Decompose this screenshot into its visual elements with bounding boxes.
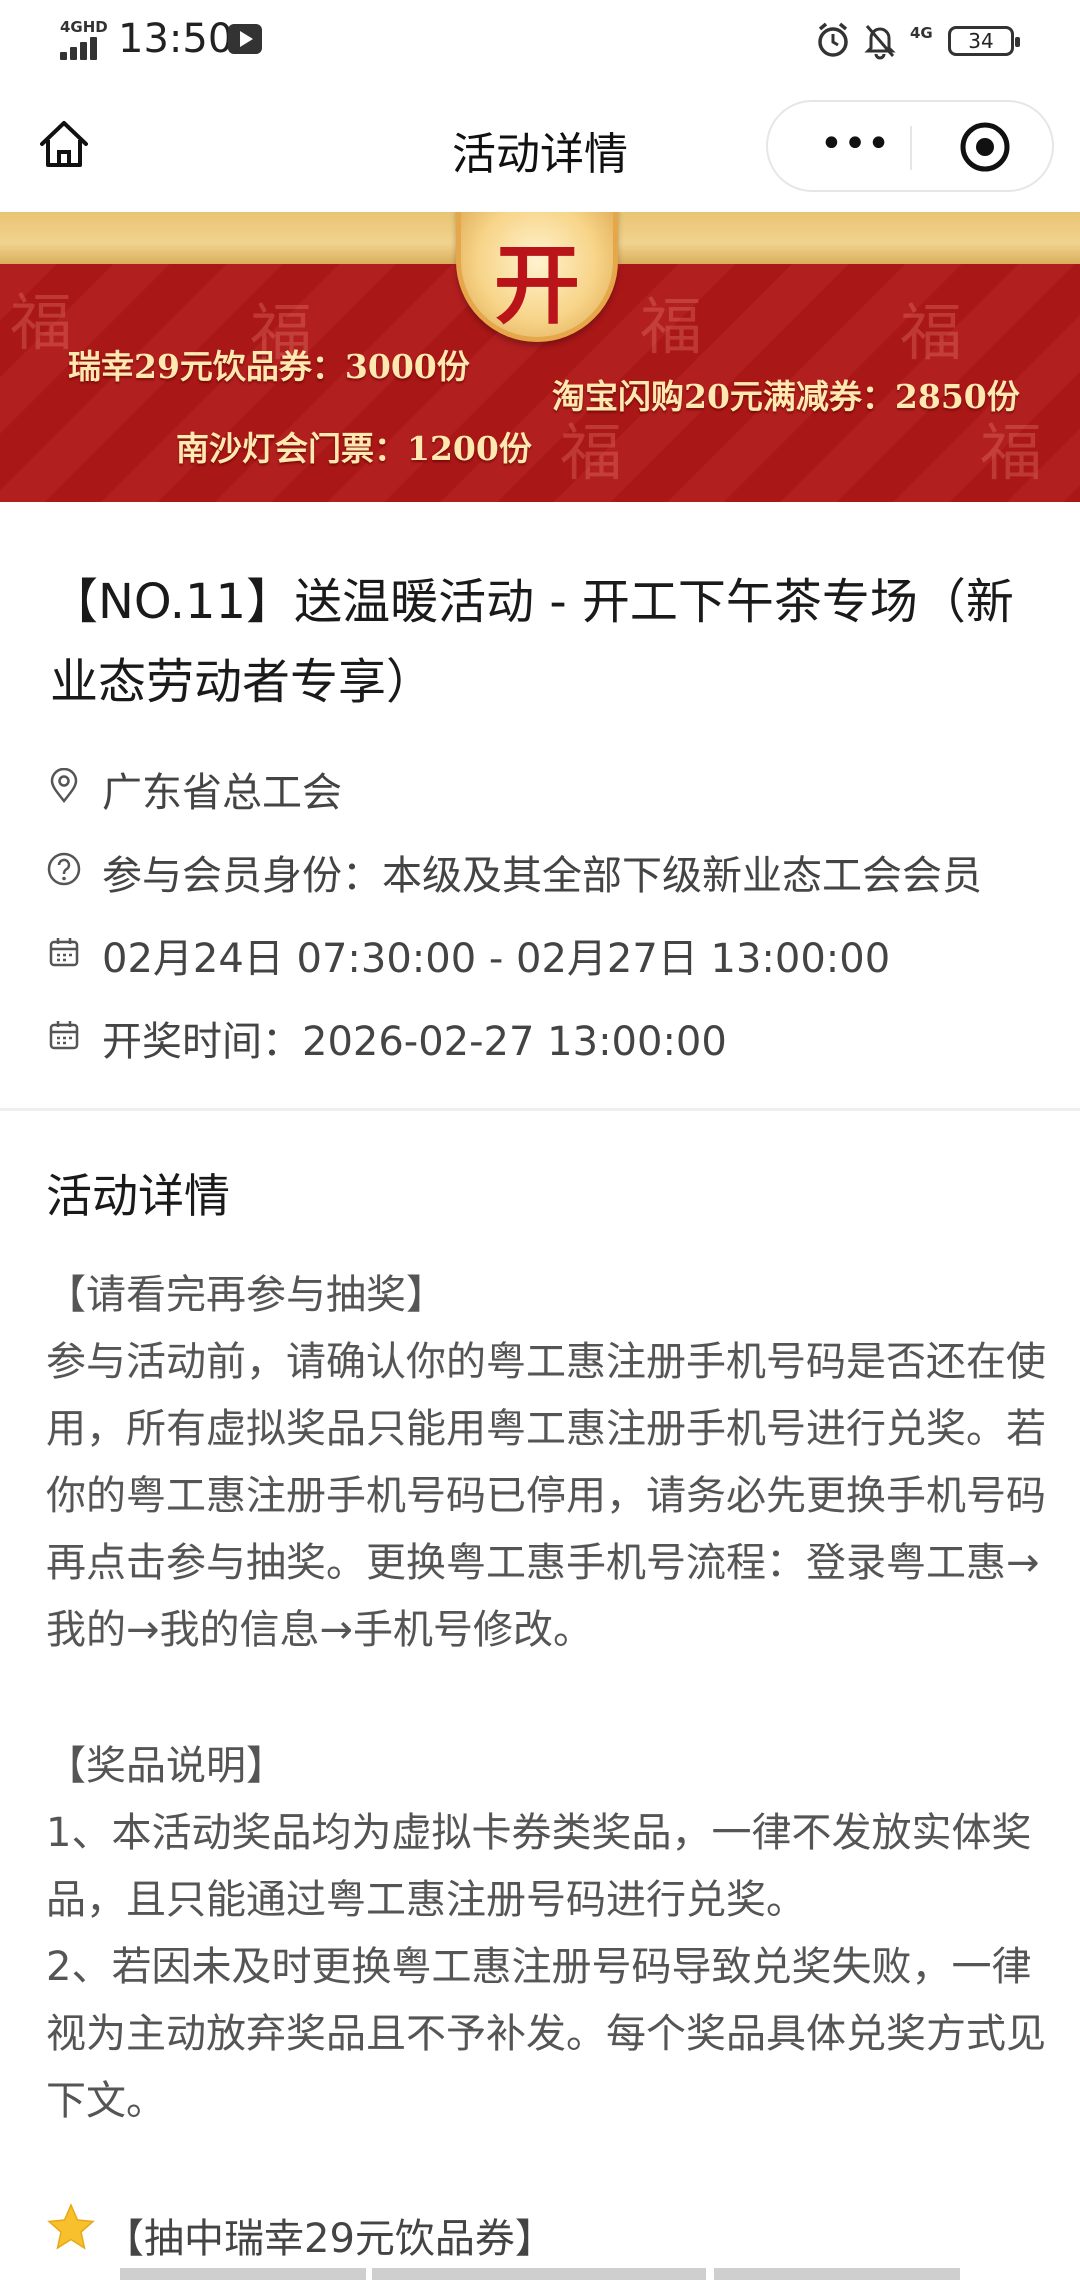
calendar-icon — [49, 1021, 79, 1050]
prize-item-2: 2、若因未及时更换粤工惠注册号码导致兑奖失败，一律视为主动放弃奖品且不予补发。每… — [46, 1944, 1046, 2124]
star-icon — [47, 2203, 95, 2250]
prize-description-block: 【奖品说明】 1、本活动奖品均为虚拟卡券类奖品，一律不发放实体奖品，且只能通过粤… — [46, 1733, 1046, 2135]
close-miniprogram-icon[interactable] — [958, 120, 1012, 174]
notice-body: 参与活动前，请确认你的粤工惠注册手机号码是否还在使用，所有虚拟奖品只能用粤工惠注… — [46, 1339, 1046, 1653]
section-divider — [0, 1108, 1080, 1111]
luckin-prize-heading: 【抽中瑞幸29元饮品券】 — [104, 2216, 555, 2262]
banner-decoration: 福 — [900, 296, 963, 369]
notice-heading: 【请看完再参与抽奖】 — [46, 1272, 446, 1318]
banner-prize-luckin: 瑞幸29元饮品券：3000份 — [68, 347, 470, 386]
capsule-divider — [910, 126, 912, 170]
time-range-text: 02月24日 07:30:00 - 02月27日 13:00:00 — [102, 936, 891, 982]
activity-title: 【NO.11】送温暖活动 - 开工下午茶专场（新业态劳动者专享） — [50, 574, 1014, 710]
draw-time-row: 开奖时间：2026-02-27 13:00:00 — [46, 1005, 1066, 1065]
organizer-text: 广东省总工会 — [102, 770, 342, 816]
time-range-row: 02月24日 07:30:00 - 02月27日 13:00:00 — [46, 922, 1066, 982]
image-preview-strip — [372, 2268, 706, 2280]
banner-decoration: 福 — [640, 290, 703, 363]
image-preview-strip — [714, 2268, 960, 2280]
prize-item-1: 1、本活动奖品均为虚拟卡券类奖品，一律不发放实体奖品，且只能通过粤工惠注册号码进… — [46, 1810, 1032, 1923]
notice-block: 【请看完再参与抽奖】 参与活动前，请确认你的粤工惠注册手机号码是否还在使用，所有… — [46, 1262, 1046, 1664]
status-bar: 4GHD 13:50 4G 34 — [0, 0, 1080, 84]
member-identity-row: 参与会员身份：本级及其全部下级新业态工会会员 — [46, 839, 1066, 899]
miniprogram-capsule: ••• — [766, 100, 1054, 192]
banner-badge: 开 — [456, 212, 618, 342]
banner-prize-taobao: 淘宝闪购20元满减券：2850份 — [552, 377, 1020, 416]
more-options-button[interactable]: ••• — [810, 124, 900, 168]
network-4g-label: 4G — [910, 24, 933, 42]
banner-badge-text: 开 — [494, 235, 580, 336]
organizer-row: 广东省总工会 — [46, 756, 1066, 816]
media-playing-icon — [228, 24, 262, 54]
image-preview-strip — [120, 2268, 366, 2280]
signal-strength-icon — [60, 34, 104, 60]
status-time: 13:50 — [118, 16, 234, 62]
question-circle-icon — [47, 852, 81, 886]
navigation-bar: 活动详情 ••• — [0, 84, 1080, 212]
banner-decoration: 福 — [10, 286, 73, 359]
draw-time-text: 开奖时间：2026-02-27 13:00:00 — [102, 1019, 727, 1065]
calendar-icon — [49, 938, 79, 967]
details-section-title: 活动详情 — [46, 1169, 230, 1223]
location-pin-icon — [50, 768, 78, 804]
prize-heading: 【奖品说明】 — [46, 1743, 286, 1789]
alarm-clock-icon — [818, 22, 848, 57]
activity-banner: 福 福 福 福 福 福 开 瑞幸29元饮品券：3000份 淘宝闪购20元满减券：… — [0, 212, 1080, 502]
member-identity-text: 参与会员身份：本级及其全部下级新业态工会会员 — [102, 853, 982, 899]
battery-indicator: 34 — [948, 26, 1020, 56]
banner-prize-lantern: 南沙灯会门票：1200份 — [176, 429, 532, 468]
notifications-muted-icon — [864, 25, 896, 60]
